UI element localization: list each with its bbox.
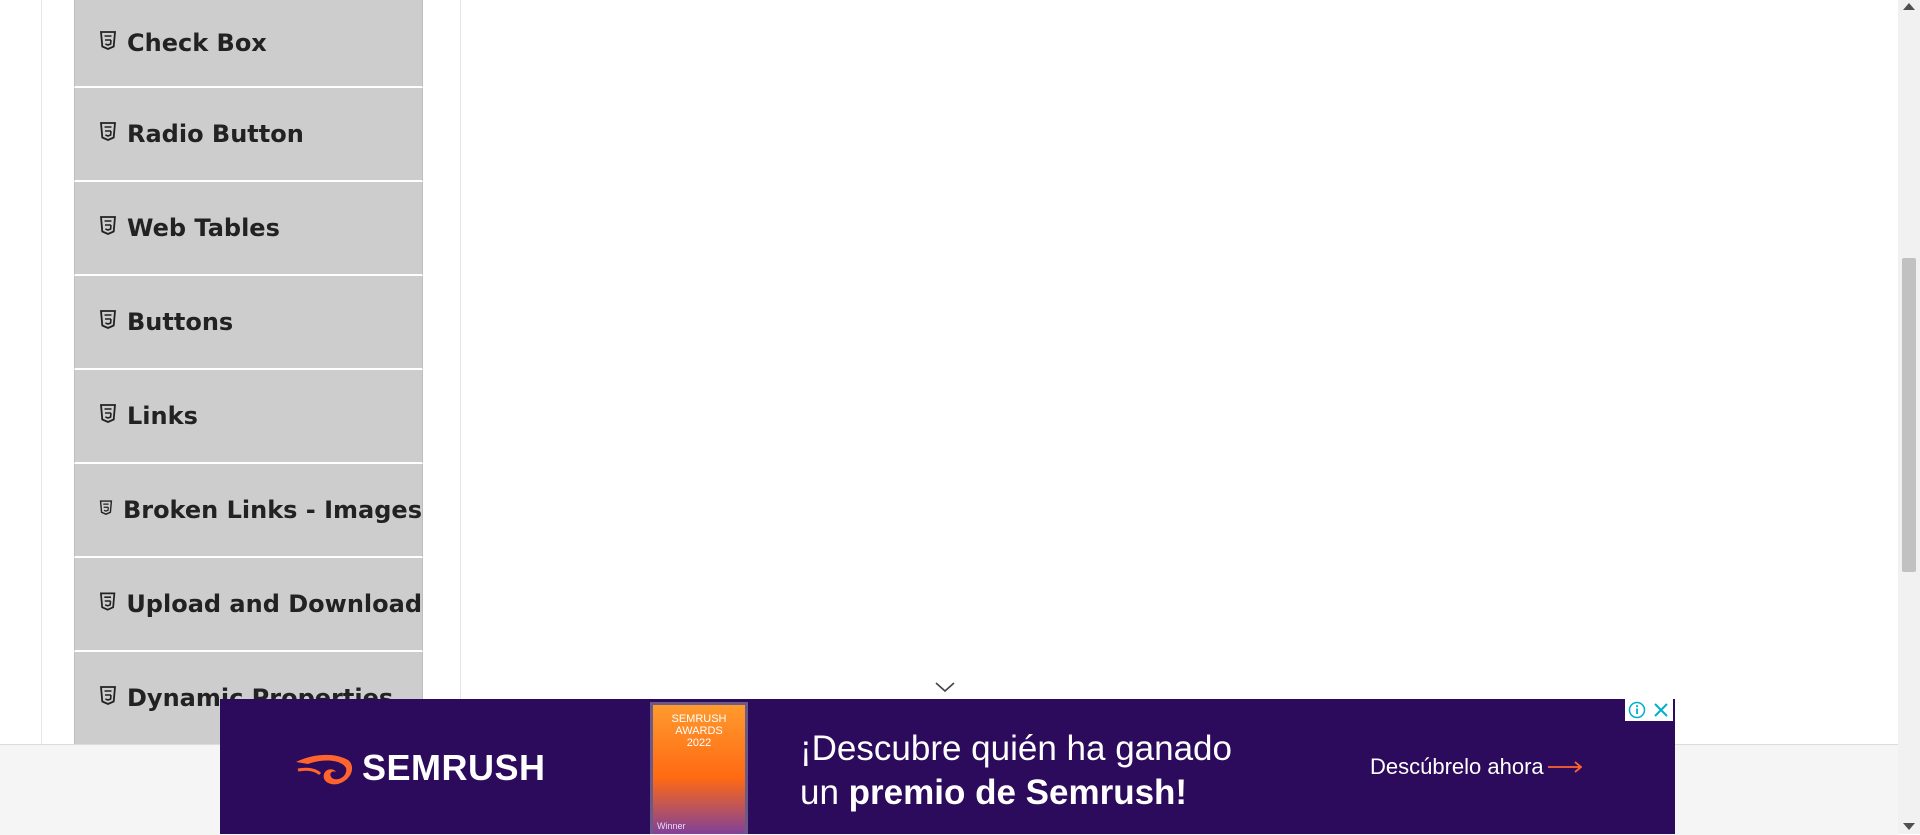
ad-controls (1625, 699, 1673, 721)
award-trophy-image: SEMRUSH AWARDS 2022 Winner (650, 702, 748, 834)
sidebar-item-web-tables[interactable]: Web Tables (74, 182, 423, 276)
html5-shield-icon (100, 686, 116, 705)
sidebar-item-label: Web Tables (127, 214, 280, 242)
sidebar-item-links[interactable]: Links (74, 370, 423, 464)
ad-cta-link[interactable]: Descúbrelo ahora (1370, 754, 1584, 780)
sidebar-item-buttons[interactable]: Buttons (74, 276, 423, 370)
semrush-logo: SEMRUSH (294, 747, 546, 789)
sidebar-item-upload-and-download[interactable]: Upload and Download (74, 558, 423, 652)
sidebar-item-label: Check Box (127, 29, 267, 57)
semrush-ad-banner[interactable]: SEMRUSH SEMRUSH AWARDS 2022 Winner ¡Desc… (220, 699, 1675, 834)
html5-shield-icon (99, 500, 113, 515)
sidebar-item-check-box[interactable]: Check Box (74, 0, 423, 88)
sidebar-item-label: Broken Links - Images (122, 496, 422, 524)
close-icon[interactable] (1649, 699, 1673, 721)
semrush-fire-icon (296, 754, 353, 785)
content-divider (460, 0, 461, 744)
chevron-down-icon[interactable] (934, 680, 956, 694)
sidebar-item-label: Upload and Download (126, 590, 422, 618)
html5-shield-icon (100, 404, 116, 423)
arrow-right-icon (1547, 761, 1583, 773)
scroll-down-arrow-icon[interactable] (1903, 823, 1915, 830)
sidebar-item-label: Links (127, 402, 198, 430)
scrollbar-thumb[interactable] (1902, 258, 1916, 572)
ad-headline: ¡Descubre quién ha ganado un premio de S… (800, 727, 1232, 815)
html5-shield-icon (100, 310, 116, 329)
info-icon[interactable] (1625, 699, 1649, 721)
award-badge-footer: Winner (657, 821, 686, 831)
vertical-scrollbar[interactable] (1898, 0, 1920, 834)
sidebar-item-radio-button[interactable]: Radio Button (74, 88, 423, 182)
ad-headline-line1: ¡Descubre quién ha ganado (800, 729, 1232, 768)
sidebar-item-label: Buttons (127, 308, 234, 336)
ad-headline-bold: premio de Semrush! (848, 773, 1188, 812)
elements-sidebar-menu: Check Box Radio Button Web Tables Button… (74, 0, 423, 744)
ad-cta-label: Descúbrelo ahora (1370, 754, 1544, 779)
html5-shield-icon (100, 31, 116, 50)
ad-headline-prefix: un (800, 773, 849, 812)
award-badge-line1: SEMRUSH (671, 713, 727, 725)
html5-shield-icon (100, 216, 116, 235)
scroll-up-arrow-icon[interactable] (1903, 3, 1915, 10)
html5-shield-icon (100, 122, 116, 141)
award-badge-year: 2022 (686, 737, 712, 749)
award-badge-line2: AWARDS (675, 725, 723, 737)
sidebar-item-broken-links-images[interactable]: Broken Links - Images (74, 464, 423, 558)
html5-shield-icon (99, 592, 116, 611)
ad-brand-name: SEMRUSH (362, 747, 546, 788)
sidebar-item-label: Radio Button (127, 120, 304, 148)
